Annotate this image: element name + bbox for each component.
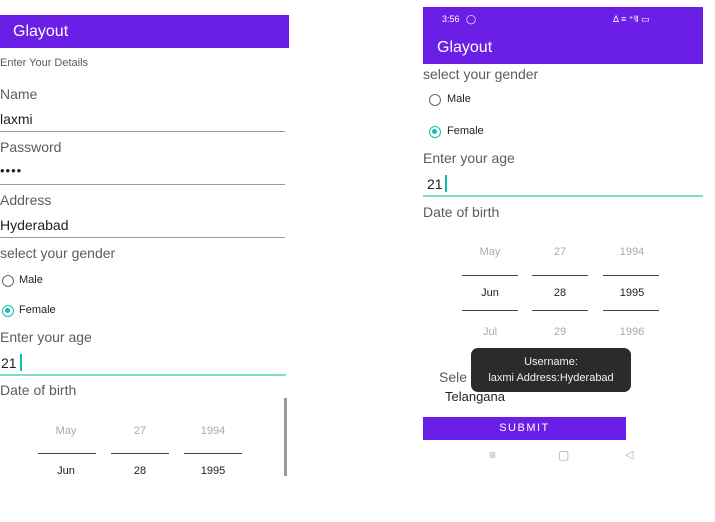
month-divider-top bbox=[462, 275, 518, 276]
menu-icon[interactable]: ≡ bbox=[489, 448, 496, 462]
form-header: Enter Your Details bbox=[0, 57, 89, 69]
nav-bar: ≡ ▢ ◁ bbox=[423, 448, 703, 468]
address-label: Address bbox=[0, 192, 52, 208]
year-divider-bottom bbox=[603, 310, 659, 311]
back-icon[interactable]: ◁ bbox=[625, 448, 633, 461]
month-selected[interactable]: Jun bbox=[36, 465, 96, 477]
day-prev[interactable]: 27 bbox=[110, 425, 170, 437]
year-prev[interactable]: 1994 bbox=[183, 425, 243, 437]
name-underline bbox=[0, 131, 285, 132]
male-label: Male bbox=[447, 93, 471, 105]
state-label: Sele bbox=[439, 369, 468, 385]
age-label: Enter your age bbox=[423, 150, 515, 166]
male-radio[interactable] bbox=[429, 94, 441, 106]
female-label: Female bbox=[447, 125, 484, 137]
right-screen: 3:56 ◯ Δ ≡ ⁺ˡ‖ ▭ Glayout select your gen… bbox=[423, 0, 703, 522]
submit-button[interactable]: SUBMIT bbox=[423, 417, 626, 440]
age-underline bbox=[0, 374, 286, 376]
app-title: Glayout bbox=[13, 23, 69, 40]
gender-label: select your gender bbox=[0, 245, 116, 261]
app-title: Glayout bbox=[437, 39, 493, 56]
day-prev[interactable]: 27 bbox=[530, 246, 590, 258]
text-cursor bbox=[445, 175, 447, 192]
password-label: Password bbox=[0, 139, 62, 155]
month-prev[interactable]: May bbox=[460, 246, 520, 258]
age-label: Enter your age bbox=[0, 329, 92, 345]
whatsapp-icon: ◯ bbox=[466, 14, 477, 24]
month-next[interactable]: Jul bbox=[460, 326, 520, 338]
male-label: Male bbox=[19, 274, 43, 286]
year-next[interactable]: 1996 bbox=[602, 326, 662, 338]
age-input[interactable]: 21 bbox=[427, 176, 443, 192]
password-input[interactable]: •••• bbox=[0, 163, 22, 178]
scrollbar[interactable] bbox=[284, 398, 287, 476]
dob-label: Date of birth bbox=[0, 382, 77, 398]
age-underline bbox=[423, 195, 703, 197]
toast-line-1: Username: bbox=[524, 356, 578, 368]
password-underline bbox=[0, 184, 285, 185]
dob-label: Date of birth bbox=[423, 204, 500, 220]
age-input[interactable]: 21 bbox=[1, 355, 17, 371]
name-label: Name bbox=[0, 86, 38, 102]
day-next[interactable]: 29 bbox=[530, 326, 590, 338]
day-selected[interactable]: 28 bbox=[530, 287, 590, 299]
year-selected[interactable]: 1995 bbox=[183, 465, 243, 477]
female-radio[interactable] bbox=[429, 126, 441, 138]
female-label: Female bbox=[19, 304, 56, 316]
status-time: 3:56 bbox=[442, 14, 460, 24]
app-bar: Glayout bbox=[0, 15, 289, 48]
month-prev[interactable]: May bbox=[36, 425, 96, 437]
month-selected[interactable]: Jun bbox=[460, 287, 520, 299]
toast-line-2: laxmi Address:Hyderabad bbox=[488, 372, 614, 384]
year-divider bbox=[184, 453, 242, 454]
male-radio[interactable] bbox=[2, 275, 14, 287]
day-divider-top bbox=[532, 275, 588, 276]
year-divider-top bbox=[603, 275, 659, 276]
left-screen: Glayout Enter Your Details Name laxmi Pa… bbox=[0, 0, 290, 522]
year-selected[interactable]: 1995 bbox=[602, 287, 662, 299]
day-divider bbox=[111, 453, 169, 454]
year-prev[interactable]: 1994 bbox=[602, 246, 662, 258]
month-divider-bottom bbox=[462, 310, 518, 311]
address-input[interactable]: Hyderabad bbox=[0, 217, 69, 233]
toast-message: Username: laxmi Address:Hyderabad bbox=[471, 348, 631, 392]
gender-label: select your gender bbox=[423, 66, 539, 82]
text-cursor bbox=[20, 354, 22, 371]
female-radio[interactable] bbox=[2, 305, 14, 317]
day-divider-bottom bbox=[532, 310, 588, 311]
app-bar: Glayout bbox=[423, 31, 703, 64]
status-bar: 3:56 ◯ Δ ≡ ⁺ˡ‖ ▭ bbox=[423, 7, 703, 31]
name-input[interactable]: laxmi bbox=[0, 111, 33, 127]
day-selected[interactable]: 28 bbox=[110, 465, 170, 477]
home-icon[interactable]: ▢ bbox=[558, 448, 569, 462]
address-underline bbox=[0, 237, 285, 238]
month-divider bbox=[38, 453, 96, 454]
status-icons: Δ ≡ ⁺ˡ‖ ▭ bbox=[613, 14, 650, 24]
